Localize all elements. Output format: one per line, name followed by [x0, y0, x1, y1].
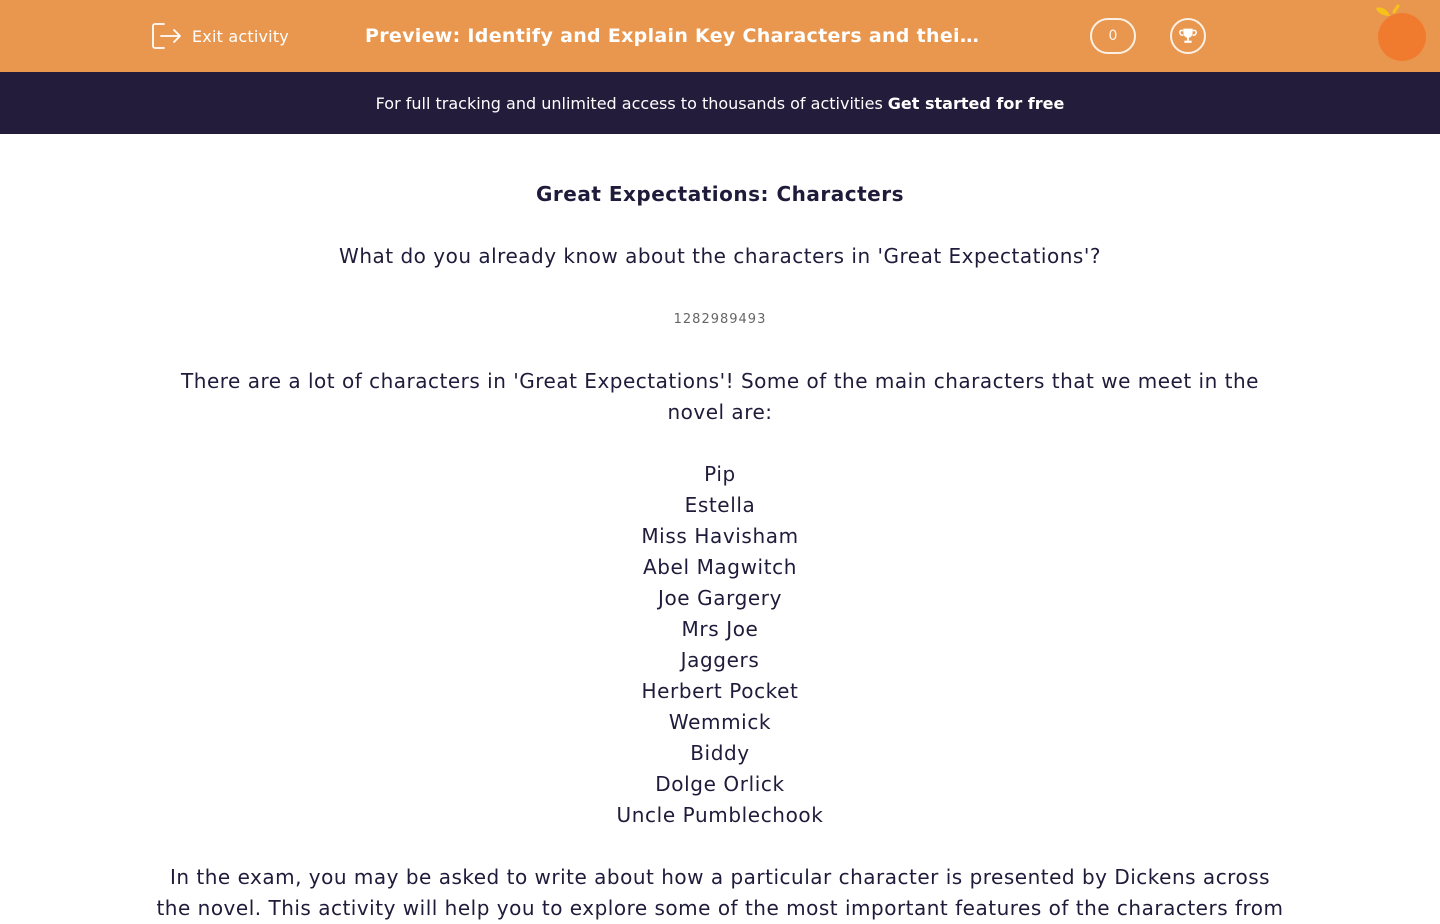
activity-title: Preview: Identify and Explain Key Charac…: [365, 25, 985, 47]
list-item: Estella: [684, 493, 756, 517]
list-item: Miss Havisham: [641, 524, 799, 548]
upgrade-banner: For full tracking and unlimited access t…: [0, 72, 1440, 134]
list-item: Abel Magwitch: [642, 555, 798, 579]
list-item: Dolge Orlick: [655, 772, 785, 796]
list-item: Herbert Pocket: [641, 679, 799, 703]
list-item: Joe Gargery: [657, 586, 783, 610]
exam-text: In the exam, you may be asked to write a…: [156, 865, 1284, 920]
activity-content: Great Expectations: Characters What do y…: [150, 134, 1290, 924]
question-text: What do you already know about the chara…: [339, 244, 1101, 268]
banner-text: For full tracking and unlimited access t…: [375, 93, 883, 113]
list-item: Pip: [704, 462, 736, 486]
character-list: Pip Estella Miss Havisham Abel Magwitch …: [150, 459, 1290, 831]
score-counter: 0: [1090, 18, 1136, 54]
trophy-button[interactable]: [1170, 18, 1206, 54]
orange-logo-icon: [1376, 4, 1426, 61]
list-item: Wemmick: [668, 710, 772, 734]
exit-activity-button[interactable]: Exit activity: [150, 20, 289, 52]
get-started-link[interactable]: Get started for free: [888, 94, 1065, 113]
list-item: Biddy: [690, 741, 750, 765]
list-item: Uncle Pumblechook: [616, 803, 824, 827]
exit-door-icon: [152, 23, 181, 49]
question-id: 1282989493: [673, 312, 767, 327]
page-heading: Great Expectations: Characters: [536, 182, 904, 206]
score-value: 0: [1108, 28, 1118, 44]
exit-activity-label: Exit activity: [192, 26, 289, 46]
trophy-icon: [1179, 28, 1197, 43]
intro-text: There are a lot of characters in 'Great …: [181, 369, 1259, 424]
list-item: Jaggers: [680, 648, 760, 672]
top-bar: Exit activity Preview: Identify and Expl…: [0, 0, 1440, 72]
list-item: Mrs Joe: [681, 617, 759, 641]
